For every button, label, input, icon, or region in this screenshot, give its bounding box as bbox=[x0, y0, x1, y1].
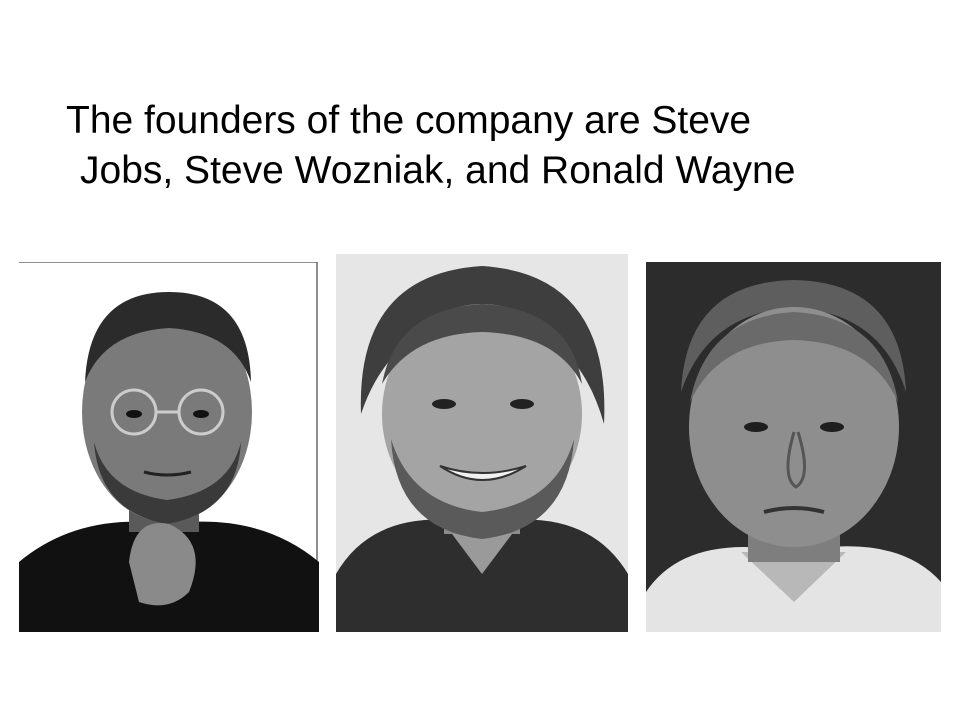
photo-steve-wozniak bbox=[336, 254, 628, 632]
portrait-wozniak-graphic bbox=[336, 254, 628, 632]
title-line-1: The founders of the company are Steve bbox=[66, 99, 752, 142]
portrait-wayne-graphic bbox=[646, 262, 941, 632]
slide: The founders of the company are Steve Jo… bbox=[0, 0, 960, 720]
photo-ronald-wayne bbox=[646, 262, 941, 632]
title-line-2: Jobs, Steve Wozniak, and Ronald Wayne bbox=[80, 149, 796, 192]
slide-title: The founders of the company are Steve Jo… bbox=[66, 96, 926, 196]
portrait-jobs-graphic bbox=[19, 262, 319, 632]
photo-steve-jobs bbox=[19, 262, 319, 632]
